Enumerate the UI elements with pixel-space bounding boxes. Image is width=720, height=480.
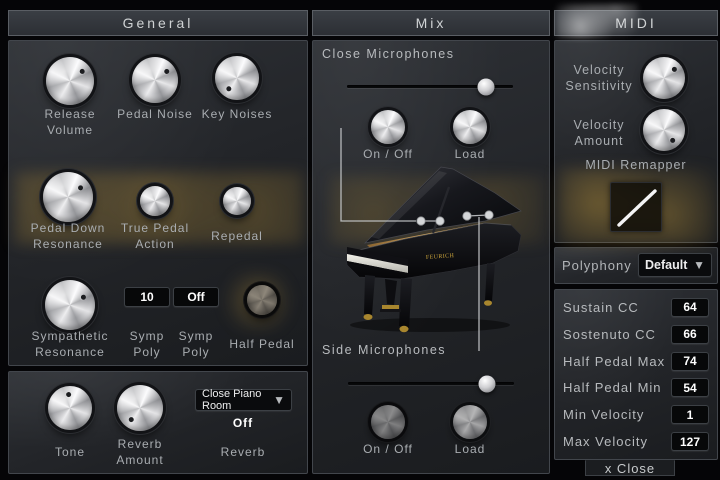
grand-piano-image: FEURICH [335, 163, 530, 335]
tab-midi-label: MIDI [615, 15, 657, 31]
velocity-amount-knob[interactable] [643, 109, 685, 151]
close-mic-slider[interactable] [347, 85, 513, 88]
reverb-label: Reverb [203, 437, 283, 461]
min-velocity-label: Min Velocity [563, 407, 644, 422]
midi-cc-section: Sustain CC 64 Sostenuto CC 66 Half Pedal… [554, 289, 718, 460]
pedal-noise-knob[interactable] [132, 57, 178, 103]
velocity-amount-label: Velocity Amount [556, 117, 642, 150]
midi-remapper-label: MIDI Remapper [554, 157, 718, 173]
half-pedal-knob[interactable] [247, 285, 277, 315]
key-noises-label: Key Noises [197, 107, 277, 123]
half-pedal-label: Half Pedal [217, 329, 307, 353]
key-noises-knob[interactable] [215, 56, 259, 100]
reverb-type-dropdown[interactable]: Close Piano Room ▼ [195, 389, 292, 411]
midi-setting-row: Min Velocity 1 [563, 405, 709, 424]
side-microphones-label: Side Microphones [322, 342, 522, 358]
close-mic-load-knob[interactable] [453, 110, 487, 144]
symp-poly-1-value[interactable]: 10 [124, 287, 170, 307]
pedal-noise-label: Pedal Noise [115, 107, 195, 123]
sustain-cc-label: Sustain CC [563, 300, 639, 315]
remapper-line-icon [611, 183, 663, 233]
side-mic-load-label: Load [430, 442, 510, 458]
side-mic-slider[interactable] [348, 382, 514, 385]
reverb-state: Off [203, 416, 283, 432]
polyphony-label: Polyphony [562, 258, 642, 275]
tab-general[interactable]: General [8, 10, 308, 36]
chevron-down-icon: ▼ [693, 259, 705, 271]
tone-knob[interactable] [48, 386, 92, 430]
sympathetic-resonance-label: Sympathetic Resonance [10, 329, 130, 360]
close-panel-label: x Close [605, 461, 655, 476]
close-mic-onoff-label: On / Off [348, 147, 428, 163]
half-pedal-max-label: Half Pedal Max [563, 354, 665, 369]
tone-label: Tone [30, 437, 110, 461]
velocity-sensitivity-label: Velocity Sensitivity [556, 62, 642, 95]
repedal-label: Repedal [192, 221, 282, 245]
side-mic-slider-handle[interactable] [479, 375, 496, 392]
symp-poly-2-label: Symp Poly [171, 329, 221, 360]
midi-setting-row: Half Pedal Max 74 [563, 352, 709, 371]
symp-poly-1-label: Symp Poly [122, 329, 172, 360]
repedal-knob[interactable] [223, 187, 251, 215]
sostenuto-cc-label: Sostenuto CC [563, 327, 656, 342]
max-velocity-value[interactable]: 127 [671, 432, 709, 451]
half-pedal-min-label: Half Pedal Min [563, 380, 662, 395]
true-pedal-action-label: True Pedal Action [110, 221, 200, 252]
chevron-down-icon: ▼ [273, 394, 285, 406]
half-pedal-min-value[interactable]: 54 [671, 378, 709, 397]
release-volume-knob[interactable] [46, 57, 94, 105]
max-velocity-label: Max Velocity [563, 434, 648, 449]
reverb-amount-knob[interactable] [117, 385, 163, 431]
sustain-cc-value[interactable]: 64 [671, 298, 709, 317]
min-velocity-value[interactable]: 1 [671, 405, 709, 424]
midi-setting-row: Half Pedal Min 54 [563, 378, 709, 397]
symp-poly-2-value[interactable]: Off [173, 287, 219, 307]
midi-remapper-curve[interactable] [610, 182, 662, 232]
midi-setting-row: Sostenuto CC 66 [563, 325, 709, 344]
tab-mix[interactable]: Mix [312, 10, 550, 36]
true-pedal-action-knob[interactable] [140, 186, 170, 216]
midi-setting-row: Max Velocity 127 [563, 432, 709, 451]
reverb-type-value: Close Piano Room [202, 388, 273, 412]
midi-setting-row: Sustain CC 64 [563, 298, 709, 317]
side-mic-load-knob[interactable] [453, 405, 487, 439]
sostenuto-cc-value[interactable]: 66 [671, 325, 709, 344]
sympathetic-resonance-knob[interactable] [45, 280, 95, 330]
reverb-amount-label: Reverb Amount [100, 437, 180, 468]
close-mic-onoff-knob[interactable] [371, 110, 405, 144]
knob-indicator [45, 383, 95, 433]
plugin-window: General Mix MIDI Sustain CC 64 Sostenuto… [0, 0, 720, 480]
close-mic-slider-handle[interactable] [478, 78, 495, 95]
half-pedal-max-value[interactable]: 74 [671, 352, 709, 371]
close-mic-load-label: Load [430, 147, 510, 163]
pedal-down-resonance-knob[interactable] [43, 172, 93, 222]
tab-mix-label: Mix [416, 15, 447, 31]
close-panel-button[interactable]: x Close [585, 460, 675, 476]
tab-midi[interactable]: MIDI [554, 10, 718, 36]
side-mic-onoff-knob[interactable] [371, 405, 405, 439]
velocity-sensitivity-knob[interactable] [643, 57, 685, 99]
polyphony-value: Default [645, 258, 687, 272]
polyphony-dropdown[interactable]: Default ▼ [638, 253, 712, 277]
tab-general-label: General [123, 15, 194, 31]
close-microphones-label: Close Microphones [322, 46, 522, 62]
release-volume-label: Release Volume [30, 107, 110, 138]
side-mic-onoff-label: On / Off [348, 442, 428, 458]
